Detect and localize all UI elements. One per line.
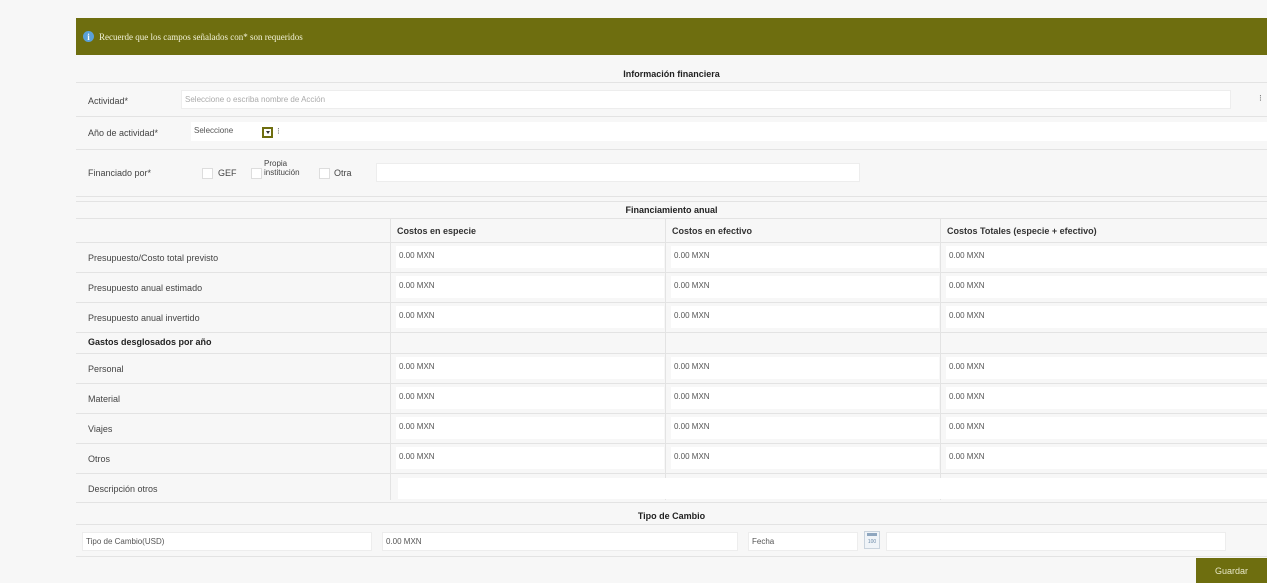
anio-label: Año de actividad* xyxy=(88,128,159,138)
info-icon: i xyxy=(83,31,94,42)
actividad-row: Actividad* Seleccione o escriba nombre d… xyxy=(76,84,1267,117)
notice-text: Recuerde que los campos señalados con* s… xyxy=(99,31,303,42)
gastos-header: Gastos desglosados por año xyxy=(88,337,212,347)
dropdown-icon[interactable] xyxy=(262,127,273,138)
section-title-financiamiento: Financiamiento anual xyxy=(76,201,1267,219)
anio-spin-icon[interactable]: ⁝ xyxy=(277,126,280,137)
required-fields-notice: i Recuerde que los campos señalados con*… xyxy=(76,18,1267,55)
amount-total[interactable]: 0.00 MXN xyxy=(946,417,1267,439)
amount-especie[interactable]: 0.00 MXN xyxy=(396,387,664,409)
table-row: Personal 0.00 MXN 0.00 MXN 0.00 MXN xyxy=(76,354,1267,384)
section-title-cambio: Tipo de Cambio xyxy=(76,508,1267,525)
row-label: Presupuesto anual invertido xyxy=(88,313,200,323)
amount-especie[interactable]: 0.00 MXN xyxy=(396,357,664,379)
cambio-label-cell: Tipo de Cambio(USD) xyxy=(82,532,372,551)
amount-total[interactable]: 0.00 MXN xyxy=(946,246,1267,268)
actividad-label: Actividad* xyxy=(88,96,129,106)
propia-checkbox[interactable] xyxy=(251,168,262,179)
table-row: Material 0.00 MXN 0.00 MXN 0.00 MXN xyxy=(76,384,1267,414)
amount-efectivo[interactable]: 0.00 MXN xyxy=(671,357,939,379)
amount-efectivo[interactable]: 0.00 MXN xyxy=(671,447,939,469)
amount-efectivo[interactable]: 0.00 MXN xyxy=(671,276,939,298)
section-title-info: Información financiera xyxy=(76,66,1267,83)
col-header-especie: Costos en especie xyxy=(397,226,477,236)
financiamiento-header-row: Costos en especie Costos en efectivo Cos… xyxy=(76,219,1267,243)
actividad-input[interactable]: Seleccione o escriba nombre de Acción xyxy=(181,90,1231,109)
amount-efectivo[interactable]: 0.00 MXN xyxy=(671,246,939,268)
fecha-input[interactable] xyxy=(886,532,1226,551)
amount-efectivo[interactable]: 0.00 MXN xyxy=(671,417,939,439)
row-label: Presupuesto/Costo total previsto xyxy=(88,253,219,263)
descripcion-input[interactable] xyxy=(398,478,1267,499)
anio-value: Seleccione xyxy=(194,126,234,135)
descripcion-row: Descripción otros xyxy=(76,474,1267,503)
anio-select[interactable]: Seleccione xyxy=(191,122,1267,141)
table-row: Presupuesto anual estimado 0.00 MXN 0.00… xyxy=(76,273,1267,303)
table-row: Viajes 0.00 MXN 0.00 MXN 0.00 MXN xyxy=(76,414,1267,444)
amount-efectivo[interactable]: 0.00 MXN xyxy=(671,306,939,328)
save-button[interactable]: Guardar xyxy=(1196,558,1267,583)
anio-row: Año de actividad* Seleccione ⁝ xyxy=(76,117,1267,150)
gef-checkbox[interactable] xyxy=(202,168,213,179)
row-label: Viajes xyxy=(88,424,113,434)
otra-label: Otra xyxy=(334,168,352,178)
row-label: Presupuesto anual estimado xyxy=(88,283,203,293)
amount-total[interactable]: 0.00 MXN xyxy=(946,306,1267,328)
fecha-label-cell: Fecha xyxy=(748,532,858,551)
gastos-header-row: Gastos desglosados por año xyxy=(76,333,1267,354)
propia-label: Propia institución xyxy=(264,159,300,177)
descripcion-label: Descripción otros xyxy=(88,484,158,494)
table-row: Presupuesto/Costo total previsto 0.00 MX… xyxy=(76,243,1267,273)
financiado-label: Financiado por* xyxy=(88,168,152,178)
amount-especie[interactable]: 0.00 MXN xyxy=(396,417,664,439)
cambio-row: Tipo de Cambio(USD) 0.00 MXN Fecha xyxy=(76,526,1267,557)
amount-especie[interactable]: 0.00 MXN xyxy=(396,276,664,298)
amount-especie[interactable]: 0.00 MXN xyxy=(396,306,664,328)
otra-input[interactable] xyxy=(376,163,860,182)
cambio-input[interactable]: 0.00 MXN xyxy=(382,532,738,551)
calendar-icon[interactable]: 100 xyxy=(864,531,880,549)
row-label: Personal xyxy=(88,364,124,374)
row-label: Otros xyxy=(88,454,111,464)
table-row: Otros 0.00 MXN 0.00 MXN 0.00 MXN xyxy=(76,444,1267,474)
amount-efectivo[interactable]: 0.00 MXN xyxy=(671,387,939,409)
amount-total[interactable]: 0.00 MXN xyxy=(946,447,1267,469)
amount-especie[interactable]: 0.00 MXN xyxy=(396,447,664,469)
otra-checkbox[interactable] xyxy=(319,168,330,179)
amount-total[interactable]: 0.00 MXN xyxy=(946,387,1267,409)
amount-especie[interactable]: 0.00 MXN xyxy=(396,246,664,268)
col-header-efectivo: Costos en efectivo xyxy=(672,226,753,236)
financiado-row: Financiado por* GEF Propia institución O… xyxy=(76,150,1267,197)
financial-info-form: i Recuerde que los campos señalados con*… xyxy=(0,0,1267,583)
amount-total[interactable]: 0.00 MXN xyxy=(946,357,1267,379)
row-label: Material xyxy=(88,394,121,404)
col-header-totales: Costos Totales (especie + efectivo) xyxy=(947,226,1097,236)
actividad-spin-icon[interactable]: ⁝ xyxy=(1259,93,1262,104)
gef-label: GEF xyxy=(218,168,237,178)
table-row: Presupuesto anual invertido 0.00 MXN 0.0… xyxy=(76,303,1267,333)
amount-total[interactable]: 0.00 MXN xyxy=(946,276,1267,298)
